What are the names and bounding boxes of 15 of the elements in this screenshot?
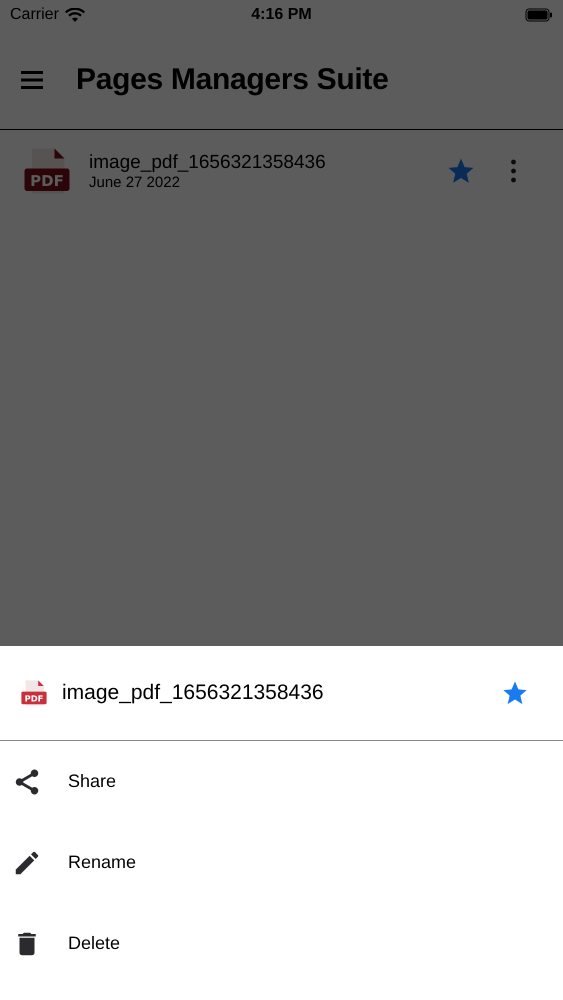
more-icon[interactable] <box>510 159 517 183</box>
file-name: image_pdf_1656321358436 <box>62 681 325 705</box>
wifi-icon <box>64 8 85 22</box>
file-date: June 27 2022 <box>89 174 181 190</box>
menu-item[interactable]: Rename <box>0 822 563 903</box>
star-icon[interactable] <box>446 156 476 186</box>
carrier-label: Carrier <box>10 6 59 24</box>
file-name: image_pdf_1656321358436 <box>89 152 327 174</box>
menu-item[interactable]: Delete <box>0 903 563 984</box>
battery-icon <box>525 8 553 22</box>
app-title: Pages Managers Suite <box>76 62 388 96</box>
menu-icon[interactable] <box>21 70 43 88</box>
star-icon[interactable] <box>501 679 529 707</box>
menu-item[interactable]: Share <box>0 741 563 822</box>
status-time: 4:16 PM <box>251 6 312 24</box>
